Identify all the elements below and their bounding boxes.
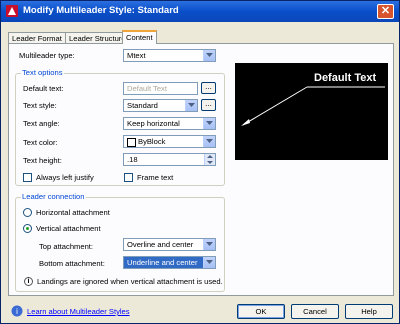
help-label: Help (361, 307, 377, 316)
preview-text: Default Text (314, 72, 377, 84)
text-style-select[interactable]: Standard (123, 99, 198, 112)
text-angle-select[interactable]: Keep horizontal (123, 117, 216, 130)
text-height-label: Text height: (23, 156, 62, 165)
dialog-window: Modify Multileader Style: Standard ✕ Lea… (0, 0, 400, 324)
vertical-attachment-label: Vertical attachment (36, 224, 101, 233)
title-bar[interactable]: Modify Multileader Style: Standard ✕ (1, 1, 399, 22)
app-icon (6, 5, 18, 17)
tab-leader-structure[interactable]: Leader Structure (65, 32, 126, 43)
frame-text-checkbox[interactable] (124, 173, 133, 182)
multileader-type-value: Mtext (127, 51, 146, 60)
tab-label: Leader Format (12, 34, 62, 43)
text-angle-label: Text angle: (23, 119, 60, 128)
color-swatch (127, 138, 136, 147)
help-icon: i (11, 305, 23, 317)
help-button[interactable]: Help (345, 304, 393, 319)
horizontal-attachment-label: Horizontal attachment (36, 208, 110, 217)
close-icon: ✕ (380, 5, 391, 17)
horizontal-attachment-radio[interactable] (23, 208, 32, 217)
tab-label: Leader Structure (69, 34, 126, 43)
spinner-icon[interactable] (204, 154, 215, 165)
bottom-attachment-select[interactable]: Underline and center (123, 256, 216, 269)
default-text-browse-button[interactable]: ... (201, 82, 216, 94)
learn-about-link[interactable]: Learn about Multileader Styles (27, 307, 130, 316)
default-text-label: Default text: (23, 84, 64, 93)
tab-leader-format[interactable]: Leader Format (8, 32, 66, 43)
chevron-down-icon[interactable] (203, 257, 215, 268)
vertical-attachment-radio[interactable] (23, 224, 32, 233)
text-height-value: .18 (127, 155, 138, 164)
top-attachment-select[interactable]: Overline and center (123, 238, 216, 251)
svg-text:i: i (16, 307, 18, 316)
default-text-input[interactable]: Default Text (123, 82, 198, 95)
text-style-browse-button[interactable]: ... (201, 99, 216, 111)
text-style-label: Text style: (23, 101, 57, 110)
always-left-justify-label: Always left justify (36, 173, 94, 182)
text-style-value: Standard (127, 101, 158, 110)
chevron-down-icon[interactable] (203, 118, 215, 129)
cancel-label: Cancel (303, 307, 327, 316)
text-color-select[interactable]: ByBlock (123, 135, 216, 148)
dialog-title: Modify Multileader Style: Standard (23, 5, 179, 16)
leader-connection-title: Leader connection (21, 192, 86, 201)
chevron-down-icon[interactable] (203, 136, 215, 147)
bottom-attachment-label: Bottom attachment: (39, 259, 105, 268)
multileader-type-label: Multileader type: (19, 51, 75, 60)
cancel-button[interactable]: Cancel (291, 304, 339, 319)
top-attachment-value: Overline and center (127, 240, 194, 249)
tab-content[interactable]: Content (122, 30, 157, 44)
text-options-title: Text options (21, 68, 64, 77)
chevron-down-icon[interactable] (203, 239, 215, 250)
ok-label: OK (255, 307, 267, 316)
preview-pane: Default Text (235, 63, 388, 160)
always-left-justify-checkbox[interactable] (23, 173, 32, 182)
text-angle-value: Keep horizontal (127, 119, 180, 128)
multileader-type-select[interactable]: Mtext (123, 49, 216, 62)
chevron-down-icon[interactable] (203, 50, 215, 61)
close-button[interactable]: ✕ (377, 4, 394, 19)
top-attachment-label: Top attachment: (39, 242, 94, 251)
text-color-label: Text color: (23, 138, 58, 147)
tab-label: Content (126, 33, 153, 42)
bottom-attachment-value: Underline and center (127, 258, 198, 267)
ellipsis-icon: ... (205, 99, 212, 108)
ellipsis-icon: ... (205, 82, 212, 91)
text-height-input[interactable]: .18 (123, 153, 216, 166)
default-text-value: Default Text (127, 84, 167, 93)
frame-text-label: Frame text (137, 173, 174, 182)
info-icon: i (24, 277, 33, 286)
chevron-down-icon[interactable] (185, 100, 197, 111)
ok-button[interactable]: OK (237, 304, 285, 319)
landing-note: Landings are ignored when vertical attac… (37, 277, 223, 286)
text-color-value: ByBlock (138, 137, 166, 146)
